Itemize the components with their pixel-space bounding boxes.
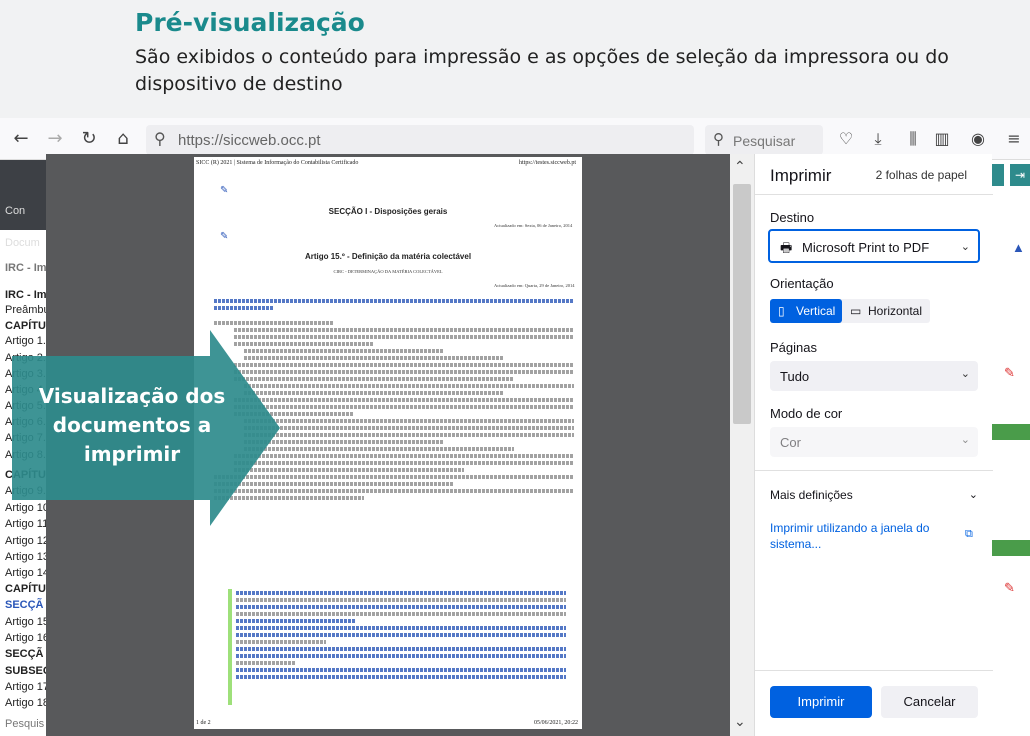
background-list-item: SUBSEC xyxy=(5,665,46,677)
page-text-block xyxy=(214,299,574,313)
print-icon: ▲ xyxy=(1012,240,1025,255)
page-title: Pré-visualização xyxy=(135,8,365,37)
back-icon[interactable]: ← xyxy=(10,128,32,150)
background-list-item: Artigo 18 xyxy=(5,697,46,709)
edit-icon: ✎ xyxy=(220,185,229,196)
exit-icon: ⇥ xyxy=(1010,164,1030,186)
background-list-item: SECÇÃ xyxy=(5,599,44,611)
background-list-item: Con xyxy=(5,205,26,217)
page-description: São exibidos o conteúdo para impressão e… xyxy=(135,46,949,95)
pin-icon: ✎ xyxy=(1004,580,1015,595)
color-mode-select[interactable]: Cor ⌄ xyxy=(770,427,978,457)
background-list-item: CAPÍTU xyxy=(5,583,46,595)
download-icon[interactable]: ⤓ xyxy=(868,129,888,149)
pages-label: Páginas xyxy=(770,340,817,355)
background-list-item: IRC - Im xyxy=(5,289,46,301)
url-bar[interactable]: ⚲ https://siccweb.occ.pt xyxy=(146,125,694,155)
page-links-block xyxy=(236,591,566,682)
pin-icon: ✎ xyxy=(1004,365,1015,380)
orientation-vertical-label: Vertical xyxy=(796,304,836,318)
color-mode-label: Modo de cor xyxy=(770,406,843,421)
portrait-icon: ▯ xyxy=(778,304,785,318)
chevron-down-icon: ⌄ xyxy=(960,434,970,446)
search-icon: ⚲ xyxy=(713,131,724,148)
article-title: Artigo 15.º - Definição da matéria colec… xyxy=(304,252,472,261)
destination-select[interactable]: 🖶 Microsoft Print to PDF ⌄ xyxy=(768,229,980,263)
extension-icon[interactable]: ◉ xyxy=(968,129,988,149)
background-top-panel xyxy=(0,160,46,230)
pages-value: Tudo xyxy=(780,369,810,384)
preview-scrollbar[interactable]: ⌃ ⌄ xyxy=(730,154,754,736)
search-input[interactable]: ⚲ Pesquisar xyxy=(705,125,823,155)
chevron-down-icon[interactable]: ⌄ xyxy=(734,713,746,730)
background-list-item: IRC - Im xyxy=(5,262,46,274)
orientation-vertical[interactable]: ▯ Vertical xyxy=(770,299,842,323)
page-footer-left: 1 de 2 xyxy=(196,720,211,726)
callout-text: Visualização dos documentos a imprimir xyxy=(38,384,226,466)
orientation-horizontal-label: Horizontal xyxy=(868,304,923,318)
print-dialog: Imprimir 2 folhas de papel Destino 🖶 Mic… xyxy=(754,154,993,736)
chevron-down-icon: ⌄ xyxy=(960,241,970,253)
background-list-item: Artigo 14 xyxy=(5,567,46,579)
background-list-item: Artigo 13 xyxy=(5,551,46,563)
background-list-item: Pesquis xyxy=(5,718,45,730)
destination-value: Microsoft Print to PDF xyxy=(802,240,930,255)
orientation-label: Orientação xyxy=(770,276,834,291)
background-list-item: Artigo 12 xyxy=(5,535,46,547)
more-settings-label: Mais definições xyxy=(770,488,853,502)
page-header-right: https://testes.siccweb.pt xyxy=(519,160,576,166)
search-placeholder: Pesquisar xyxy=(733,133,796,149)
chevron-down-icon: ⌄ xyxy=(960,368,970,380)
dialog-title: Imprimir xyxy=(770,166,832,185)
background-list-item: Artigo 17 xyxy=(5,681,46,693)
background-badge xyxy=(992,540,1030,556)
more-settings-toggle[interactable]: Mais definições ⌄ xyxy=(770,488,978,502)
forward-icon[interactable]: → xyxy=(44,128,66,150)
url-text: https://siccweb.occ.pt xyxy=(178,132,321,149)
cancel-button[interactable]: Cancelar xyxy=(881,686,978,718)
landscape-icon: ▭ xyxy=(850,304,862,318)
color-mode-value: Cor xyxy=(780,435,801,450)
page-footer-right: 05/06/2021, 20:22 xyxy=(533,720,578,726)
pages-select[interactable]: Tudo ⌄ xyxy=(770,361,978,391)
destination-label: Destino xyxy=(770,210,815,225)
background-list-item: SECÇÃ xyxy=(5,648,44,660)
home-icon[interactable]: ⌂ xyxy=(112,128,134,150)
print-button[interactable]: Imprimir xyxy=(770,686,872,718)
background-right-panel: ⇥ ▲ ✎ ✎ xyxy=(992,160,1030,736)
section-date: Actualizado em: Sexta, 06 de Janeiro, 20… xyxy=(494,223,573,228)
edit-icon: ✎ xyxy=(220,231,229,242)
highlight-bar xyxy=(228,589,232,705)
orientation-horizontal[interactable]: ▭ Horizontal xyxy=(842,299,930,323)
background-list-item: Artigo 16 xyxy=(5,632,46,644)
menu-icon[interactable]: ≡ xyxy=(1004,129,1024,149)
divider xyxy=(755,194,993,195)
background-accent-bar xyxy=(992,164,1004,186)
library-icon[interactable]: ⫼ xyxy=(903,129,923,149)
sheet-count: 2 folhas de papel xyxy=(875,168,967,182)
system-dialog-link[interactable]: Imprimir utilizando a janela do sistema.… xyxy=(770,520,955,552)
page-header-left: SICC (R) 2021 | Sistema de Informação do… xyxy=(196,160,359,166)
background-list-item: Artigo 15 xyxy=(5,616,46,628)
background-list-item: Preâmbu xyxy=(5,304,46,316)
divider xyxy=(755,470,993,471)
reload-icon[interactable]: ↻ xyxy=(78,128,100,150)
background-badge xyxy=(992,424,1030,440)
printer-icon: 🖶 xyxy=(780,240,793,255)
background-list-item: Docum xyxy=(5,237,40,249)
external-link-icon[interactable]: ⧉ xyxy=(965,528,973,541)
pocket-icon[interactable]: ♡ xyxy=(836,129,856,149)
callout-arrow: Visualização dos documentos a imprimir xyxy=(12,330,280,526)
chevron-up-icon[interactable]: ⌃ xyxy=(734,158,746,175)
sidebar-icon[interactable]: ▥ xyxy=(932,129,952,149)
section-title: SECÇÃO I - Disposições gerais xyxy=(328,207,448,216)
divider xyxy=(755,670,993,671)
instruction-header: Pré-visualização São exibidos o conteúdo… xyxy=(0,0,1030,118)
article-subtitle: CIRC - DETERMINAÇÃO DA MATÉRIA COLECTÁVE… xyxy=(333,269,443,274)
search-icon: ⚲ xyxy=(154,131,166,148)
orientation-toggle: ▯ Vertical ▭ Horizontal xyxy=(770,299,930,323)
chevron-down-icon: ⌄ xyxy=(968,489,978,501)
scroll-thumb[interactable] xyxy=(733,184,751,424)
article-date: Actualizado em: Quarta, 29 de Janeiro, 2… xyxy=(494,283,575,288)
